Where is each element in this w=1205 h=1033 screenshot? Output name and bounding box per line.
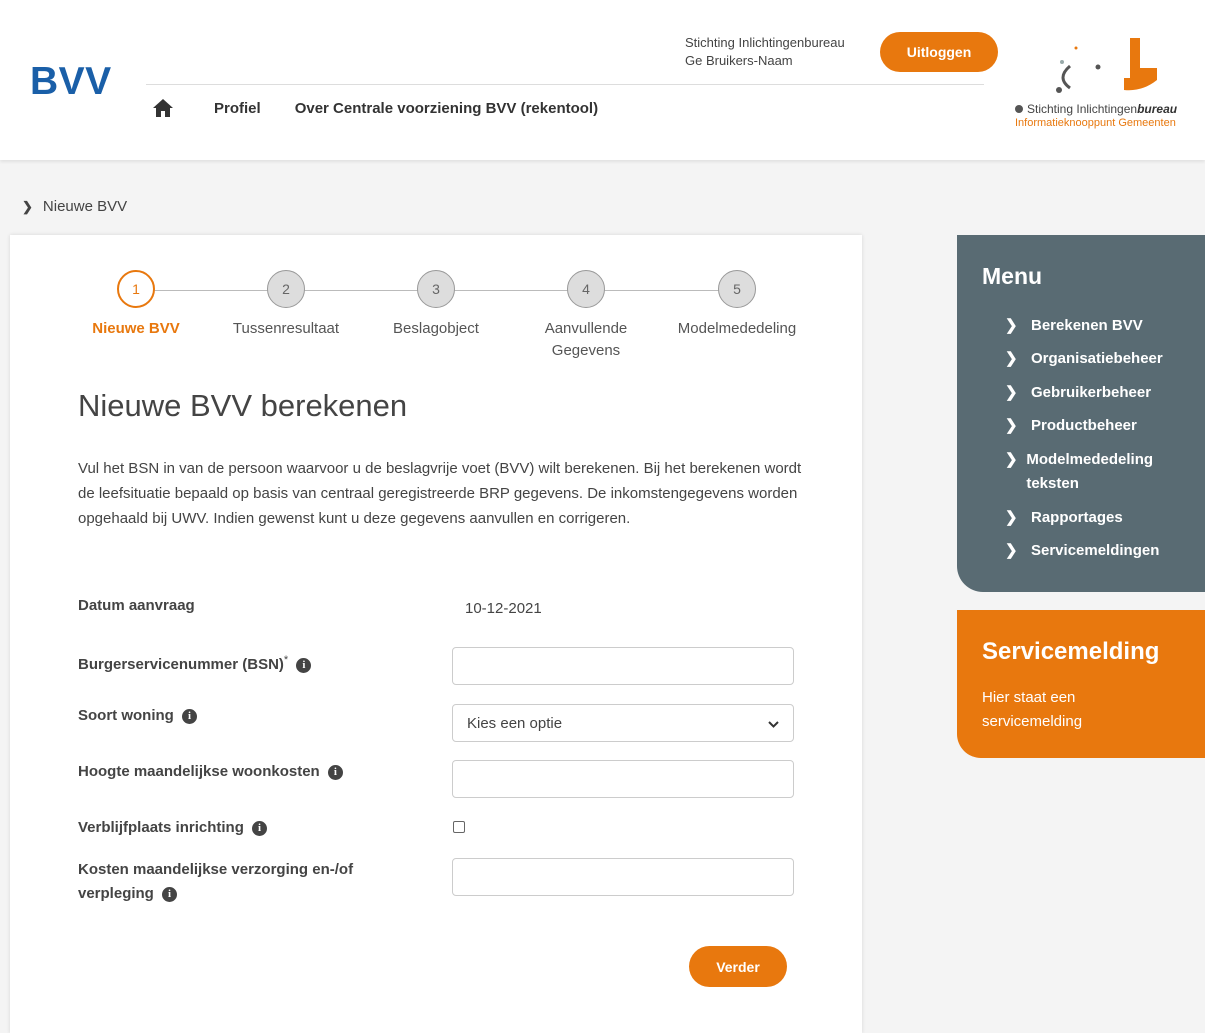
header-divider [146,84,984,85]
step-4-circle: 4 [567,270,605,308]
chevron-right-icon: ❯ [1005,417,1018,434]
chevron-right-icon: ❯ [1005,451,1018,468]
page-title: Nieuwe BVV berekenen [78,388,408,423]
woning-select[interactable]: Kies een optie [452,704,794,742]
home-icon[interactable] [152,98,174,118]
woonkosten-label: Hoogte maandelijkse woonkosten i [78,760,343,784]
chevron-right-icon: ❯ [1005,542,1018,559]
step-5-circle: 5 [718,270,756,308]
user-name: Ge Bruikers-Naam [685,53,793,68]
menu-item-product[interactable]: ❯ Productbeheer [1005,414,1137,438]
nav-profile[interactable]: Profiel [214,100,261,117]
service-text: Hier staat een servicemelding [982,689,1083,730]
brand-dot-icon [1015,105,1023,113]
menu-item-modelmededeling[interactable]: ❯ Modelmededeling teksten [1005,448,1167,496]
woonkosten-input[interactable] [452,760,794,798]
logout-button[interactable]: Uitloggen [880,32,998,72]
app-logo[interactable]: BVV [30,60,112,104]
chevron-down-icon [768,715,779,732]
service-notice: Servicemelding Hier staat een servicemel… [957,610,1205,758]
inrichting-checkbox[interactable] [453,821,465,833]
step-4-label: Aanvullende Gegevens [544,320,628,359]
breadcrumb: ❯ Nieuwe BVV [22,198,127,215]
sib-brand-sub: Informatieknooppunt Gemeenten [1015,117,1176,129]
step-3-circle: 3 [417,270,455,308]
verzorging-label: Kosten maandelijkse verzorging en-/of ver… [78,861,354,902]
next-button[interactable]: Verder [689,946,787,987]
chevron-right-icon: ❯ [1005,384,1018,401]
step-2-circle: 2 [267,270,305,308]
info-icon[interactable]: i [296,657,312,673]
woning-selected-value: Kies een optie [467,714,563,732]
main-card [10,235,862,1033]
user-info: Stichting Inlichtingenbureau Ge Bruikers… [685,34,845,70]
step-2-label: Tussenresultaat [232,320,340,337]
sib-brand-name: Stichting Inlichtingenbureau [1015,102,1177,116]
menu-item-rapportages[interactable]: ❯ Rapportages [1005,506,1123,530]
chevron-right-icon: ❯ [1005,509,1018,526]
chevron-right-icon: ❯ [1005,350,1018,367]
step-3-label: Beslagobject [393,320,479,337]
info-icon[interactable]: i [162,886,178,902]
required-marker: * [283,654,289,666]
date-value: 10-12-2021 [465,600,542,617]
step-1-label: Nieuwe BVV [92,320,180,337]
org-name: Stichting Inlichtingenbureau [685,35,845,50]
chevron-right-icon: ❯ [22,198,33,214]
verzorging-input[interactable] [452,858,794,896]
header: BVV Stichting Inlichtingenbureau Ge Brui… [0,0,1205,160]
intro-text: Vul het BSN in van de persoon waarvoor u… [78,460,802,527]
sidebar-menu: Menu ❯ Berekenen BVV ❯ Organisatiebeheer ❯… [957,235,1205,592]
menu-title: Menu [982,263,1043,289]
nav-about[interactable]: Over Centrale voorziening BVV (rekentool… [295,100,598,117]
date-label: Datum aanvraag [78,597,195,614]
step-5-label: Modelmededeling [677,320,797,337]
info-icon[interactable]: i [252,820,268,836]
woning-label: Soort woning i [78,704,197,728]
inrichting-label: Verblijfplaats inrichting i [78,816,268,840]
chevron-right-icon: ❯ [1005,317,1018,334]
info-icon[interactable]: i [327,764,343,780]
menu-item-organisatie[interactable]: ❯ Organisatiebeheer [1005,347,1163,371]
menu-item-gebruiker[interactable]: ❯ Gebruikerbeheer [1005,381,1151,405]
breadcrumb-current[interactable]: Nieuwe BVV [43,198,127,215]
menu-item-servicemeldingen[interactable]: ❯ Servicemeldingen [1005,539,1159,563]
service-title: Servicemelding [982,638,1160,665]
step-1-circle: 1 [117,270,155,308]
bsn-input[interactable] [452,647,794,685]
menu-item-berekenen[interactable]: ❯ Berekenen BVV [1005,314,1143,338]
main-nav: Profiel Over Centrale voorziening BVV (r… [152,98,632,118]
info-icon[interactable]: i [182,708,197,724]
bsn-label: Burgerservicenummer (BSN)* i [78,648,312,677]
